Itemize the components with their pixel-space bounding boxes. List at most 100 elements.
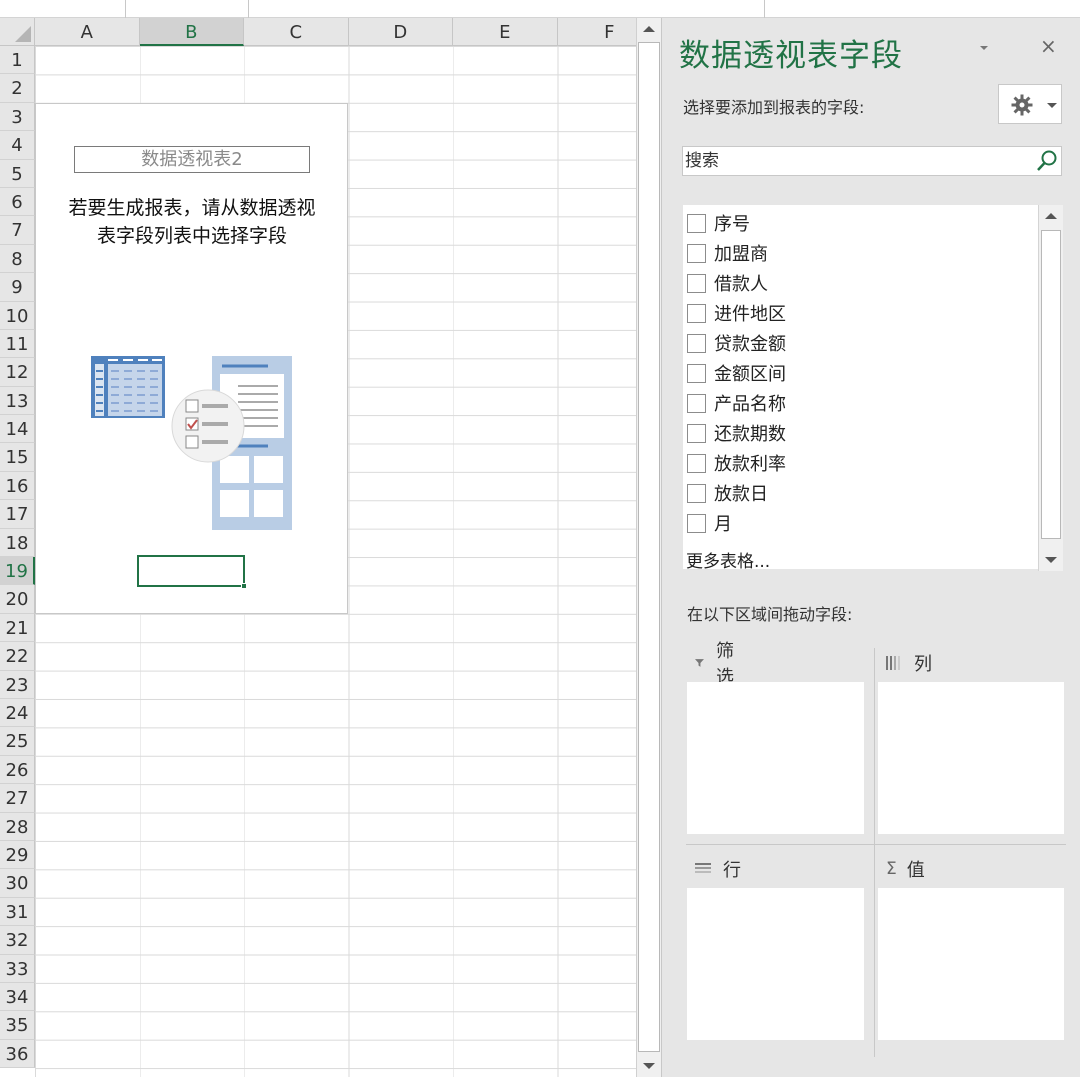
scroll-up-button[interactable] (637, 18, 661, 40)
row-header[interactable]: 29 (0, 840, 35, 870)
row-header[interactable]: 14 (0, 415, 35, 444)
field-label: 还款期数 (714, 424, 786, 445)
column-header[interactable]: E (453, 18, 558, 46)
row-header[interactable]: 24 (0, 698, 35, 728)
row-header[interactable]: 20 (0, 585, 35, 614)
field-checkbox[interactable] (687, 213, 706, 233)
active-cell-B19[interactable] (137, 555, 247, 589)
column-header[interactable]: D (348, 18, 453, 46)
field-item[interactable]: 序号 (687, 209, 750, 237)
field-item[interactable]: 贷款金额 (687, 329, 786, 357)
column-header[interactable]: B (139, 18, 244, 46)
row-header[interactable]: 6 (0, 187, 35, 217)
row-header[interactable]: 32 (0, 926, 35, 955)
field-checkbox[interactable] (687, 243, 706, 263)
row-header[interactable]: 11 (0, 329, 35, 359)
row-header[interactable]: 34 (0, 982, 35, 1012)
row-header[interactable]: 26 (0, 755, 35, 785)
field-item[interactable]: 放款日 (687, 479, 768, 507)
ribbon-strip (0, 0, 1080, 18)
list-scroll-up-button[interactable] (1039, 205, 1063, 227)
field-checkbox[interactable] (687, 303, 706, 323)
row-header[interactable]: 3 (0, 102, 35, 132)
scroll-down-button[interactable] (637, 1055, 661, 1077)
field-item[interactable]: 金额区间 (687, 359, 786, 387)
worksheet: ABCDEF 1 2 3 4 5 6 7 8 9 10 11 12 13 14 15 16 17 18 19 20 21… (0, 18, 636, 1077)
field-item[interactable]: 放款利率 (687, 449, 786, 477)
row-header[interactable]: 8 (0, 244, 35, 274)
column-headers: ABCDEF (35, 18, 636, 46)
row-header[interactable]: 12 (0, 358, 35, 387)
field-item[interactable]: 月 (687, 509, 732, 537)
field-label: 贷款金额 (714, 334, 786, 355)
field-checkbox[interactable] (687, 333, 706, 353)
field-checkbox[interactable] (687, 483, 706, 503)
close-icon[interactable]: × (1040, 34, 1057, 58)
sigma-icon: Σ (886, 859, 897, 879)
row-header[interactable]: 25 (0, 727, 35, 756)
row-header[interactable]: 5 (0, 159, 35, 188)
row-header[interactable]: 1 (0, 46, 35, 75)
field-list-scrollbar[interactable] (1038, 205, 1063, 571)
field-item[interactable]: 还款期数 (687, 419, 786, 447)
filters-area-header: 筛选 (695, 641, 739, 688)
scroll-down-icon (643, 1063, 655, 1069)
row-header[interactable]: 27 (0, 784, 35, 813)
row-header[interactable]: 28 (0, 812, 35, 841)
row-header[interactable]: 15 (0, 443, 35, 472)
field-item[interactable]: 进件地区 (687, 299, 786, 327)
row-header[interactable]: 4 (0, 131, 35, 160)
row-header[interactable]: 30 (0, 869, 35, 898)
field-item[interactable]: 借款人 (687, 269, 768, 297)
field-checkbox[interactable] (687, 423, 706, 443)
row-header[interactable]: 36 (0, 1039, 35, 1069)
rows-drop-zone[interactable] (687, 888, 864, 1040)
pane-options-chevron-down-icon[interactable] (980, 46, 988, 50)
row-header[interactable]: 31 (0, 897, 35, 927)
field-item[interactable]: 产品名称 (687, 389, 786, 417)
list-scrollbar-thumb[interactable] (1041, 230, 1061, 539)
row-header[interactable]: 9 (0, 273, 35, 302)
field-checkbox[interactable] (687, 363, 706, 383)
field-checkbox[interactable] (687, 393, 706, 413)
row-header[interactable]: 21 (0, 613, 35, 643)
field-settings-button[interactable] (998, 84, 1062, 124)
row-header[interactable]: 23 (0, 670, 35, 699)
scroll-up-icon (1045, 213, 1057, 219)
row-header[interactable]: 22 (0, 642, 35, 671)
pivot-table-placeholder[interactable]: 数据透视表2 若要生成报表，请从数据透视 表字段列表中选择字段 (35, 103, 348, 614)
row-header[interactable]: 19 (0, 557, 35, 586)
filters-drop-zone[interactable] (687, 682, 864, 834)
row-header[interactable]: 35 (0, 1011, 35, 1040)
sheet-vertical-scrollbar[interactable] (636, 18, 661, 1077)
field-checkbox[interactable] (687, 453, 706, 473)
search-input[interactable] (685, 149, 1025, 173)
scrollbar-thumb[interactable] (638, 42, 660, 1052)
field-checkbox[interactable] (687, 513, 706, 533)
select-all-icon (15, 26, 31, 42)
column-header[interactable]: F (557, 18, 636, 46)
field-label: 产品名称 (714, 394, 786, 415)
column-header[interactable]: A (35, 18, 140, 46)
values-drop-zone[interactable] (878, 888, 1064, 1040)
list-scroll-down-button[interactable] (1039, 549, 1063, 571)
field-item[interactable]: 加盟商 (687, 239, 768, 267)
fill-handle[interactable] (241, 583, 247, 589)
row-header[interactable]: 18 (0, 528, 35, 558)
drag-fields-label: 在以下区域间拖动字段: (687, 605, 853, 624)
search-icon[interactable] (1035, 149, 1059, 173)
row-header[interactable]: 17 (0, 500, 35, 529)
row-header[interactable]: 10 (0, 301, 35, 330)
row-header[interactable]: 33 (0, 954, 35, 983)
row-header[interactable]: 7 (0, 216, 35, 245)
columns-drop-zone[interactable] (878, 682, 1064, 834)
more-tables-link[interactable]: 更多表格... (686, 547, 770, 572)
search-field[interactable] (682, 146, 1062, 176)
column-header[interactable]: C (244, 18, 349, 46)
filter-icon (695, 659, 704, 667)
row-header[interactable]: 16 (0, 471, 35, 501)
row-header[interactable]: 2 (0, 74, 35, 103)
field-checkbox[interactable] (687, 273, 706, 293)
select-all-corner[interactable] (0, 18, 35, 46)
row-header[interactable]: 13 (0, 386, 35, 416)
